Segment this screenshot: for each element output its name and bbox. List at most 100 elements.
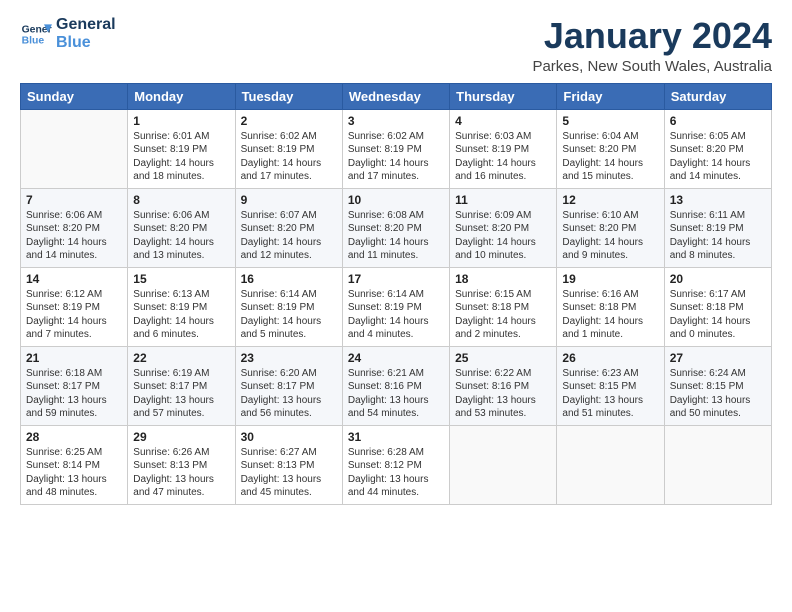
- calendar-cell: 25Sunrise: 6:22 AM Sunset: 8:16 PM Dayli…: [450, 346, 557, 425]
- day-info: Sunrise: 6:28 AM Sunset: 8:12 PM Dayligh…: [348, 446, 444, 500]
- calendar-cell: 23Sunrise: 6:20 AM Sunset: 8:17 PM Dayli…: [235, 346, 342, 425]
- day-info: Sunrise: 6:08 AM Sunset: 8:20 PM Dayligh…: [348, 209, 444, 263]
- day-info: Sunrise: 6:24 AM Sunset: 8:15 PM Dayligh…: [670, 367, 766, 421]
- logo-text-line2: Blue: [56, 34, 116, 52]
- day-info: Sunrise: 6:12 AM Sunset: 8:19 PM Dayligh…: [26, 288, 122, 342]
- day-number: 4: [455, 114, 551, 128]
- calendar-week-row: 1 Sunrise: 6:01 AM Sunset: 8:19 PM Daylig…: [21, 109, 772, 188]
- day-info: Sunrise: 6:16 AM Sunset: 8:18 PM Dayligh…: [562, 288, 658, 342]
- calendar-cell: 24 Sunrise: 6:21 AM Sunset: 8:16 PM Dayli…: [342, 346, 449, 425]
- day-number: 30: [241, 430, 337, 444]
- calendar-cell: 21Sunrise: 6:18 AM Sunset: 8:17 PM Dayli…: [21, 346, 128, 425]
- calendar-cell: 7 Sunrise: 6:06 AM Sunset: 8:20 PM Daylig…: [21, 188, 128, 267]
- weekday-header-monday: Monday: [128, 83, 235, 109]
- day-info: Sunrise: 6:19 AM Sunset: 8:17 PM Dayligh…: [133, 367, 229, 421]
- weekday-header-tuesday: Tuesday: [235, 83, 342, 109]
- calendar-table: SundayMondayTuesdayWednesdayThursdayFrid…: [20, 83, 772, 505]
- day-info: Sunrise: 6:05 AM Sunset: 8:20 PM Dayligh…: [670, 130, 766, 184]
- day-number: 2: [241, 114, 337, 128]
- weekday-header-sunday: Sunday: [21, 83, 128, 109]
- day-info: Sunrise: 6:13 AM Sunset: 8:19 PM Dayligh…: [133, 288, 229, 342]
- svg-text:Blue: Blue: [22, 35, 45, 46]
- day-number: 22: [133, 351, 229, 365]
- day-info: Sunrise: 6:14 AM Sunset: 8:19 PM Dayligh…: [241, 288, 337, 342]
- page-subtitle: Parkes, New South Wales, Australia: [532, 58, 772, 75]
- calendar-cell: 2 Sunrise: 6:02 AM Sunset: 8:19 PM Daylig…: [235, 109, 342, 188]
- day-info: Sunrise: 6:14 AM Sunset: 8:19 PM Dayligh…: [348, 288, 444, 342]
- calendar-cell: 17 Sunrise: 6:14 AM Sunset: 8:19 PM Dayli…: [342, 267, 449, 346]
- calendar-cell: [557, 425, 664, 504]
- day-info: Sunrise: 6:21 AM Sunset: 8:16 PM Dayligh…: [348, 367, 444, 421]
- day-number: 3: [348, 114, 444, 128]
- day-number: 7: [26, 193, 122, 207]
- day-number: 27: [670, 351, 766, 365]
- day-info: Sunrise: 6:26 AM Sunset: 8:13 PM Dayligh…: [133, 446, 229, 500]
- day-info: Sunrise: 6:25 AM Sunset: 8:14 PM Dayligh…: [26, 446, 122, 500]
- title-block: January 2024 Parkes, New South Wales, Au…: [532, 16, 772, 75]
- day-number: 10: [348, 193, 444, 207]
- day-info: Sunrise: 6:06 AM Sunset: 8:20 PM Dayligh…: [133, 209, 229, 263]
- calendar-cell: 29 Sunrise: 6:26 AM Sunset: 8:13 PM Dayli…: [128, 425, 235, 504]
- day-number: 29: [133, 430, 229, 444]
- day-number: 8: [133, 193, 229, 207]
- calendar-cell: 13 Sunrise: 6:11 AM Sunset: 8:19 PM Dayli…: [664, 188, 771, 267]
- day-info: Sunrise: 6:09 AM Sunset: 8:20 PM Dayligh…: [455, 209, 551, 263]
- calendar-week-row: 14 Sunrise: 6:12 AM Sunset: 8:19 PM Dayli…: [21, 267, 772, 346]
- day-info: Sunrise: 6:17 AM Sunset: 8:18 PM Dayligh…: [670, 288, 766, 342]
- calendar-cell: 6 Sunrise: 6:05 AM Sunset: 8:20 PM Daylig…: [664, 109, 771, 188]
- calendar-cell: 4 Sunrise: 6:03 AM Sunset: 8:19 PM Daylig…: [450, 109, 557, 188]
- logo-icon: General Blue: [20, 18, 52, 50]
- day-number: 31: [348, 430, 444, 444]
- day-number: 24: [348, 351, 444, 365]
- day-info: Sunrise: 6:02 AM Sunset: 8:19 PM Dayligh…: [348, 130, 444, 184]
- calendar-cell: 28Sunrise: 6:25 AM Sunset: 8:14 PM Dayli…: [21, 425, 128, 504]
- day-info: Sunrise: 6:04 AM Sunset: 8:20 PM Dayligh…: [562, 130, 658, 184]
- day-number: 26: [562, 351, 658, 365]
- calendar-cell: [664, 425, 771, 504]
- calendar-cell: 18Sunrise: 6:15 AM Sunset: 8:18 PM Dayli…: [450, 267, 557, 346]
- day-info: Sunrise: 6:02 AM Sunset: 8:19 PM Dayligh…: [241, 130, 337, 184]
- day-number: 23: [241, 351, 337, 365]
- calendar-week-row: 28Sunrise: 6:25 AM Sunset: 8:14 PM Dayli…: [21, 425, 772, 504]
- header: General Blue General Blue January 2024 P…: [20, 16, 772, 75]
- weekday-header-friday: Friday: [557, 83, 664, 109]
- calendar-cell: 10 Sunrise: 6:08 AM Sunset: 8:20 PM Dayli…: [342, 188, 449, 267]
- calendar-cell: 12 Sunrise: 6:10 AM Sunset: 8:20 PM Dayli…: [557, 188, 664, 267]
- day-info: Sunrise: 6:07 AM Sunset: 8:20 PM Dayligh…: [241, 209, 337, 263]
- day-number: 12: [562, 193, 658, 207]
- calendar-week-row: 21Sunrise: 6:18 AM Sunset: 8:17 PM Dayli…: [21, 346, 772, 425]
- day-info: Sunrise: 6:27 AM Sunset: 8:13 PM Dayligh…: [241, 446, 337, 500]
- day-info: Sunrise: 6:06 AM Sunset: 8:20 PM Dayligh…: [26, 209, 122, 263]
- calendar-cell: 9 Sunrise: 6:07 AM Sunset: 8:20 PM Daylig…: [235, 188, 342, 267]
- day-number: 1: [133, 114, 229, 128]
- day-number: 19: [562, 272, 658, 286]
- day-number: 6: [670, 114, 766, 128]
- day-info: Sunrise: 6:10 AM Sunset: 8:20 PM Dayligh…: [562, 209, 658, 263]
- day-number: 16: [241, 272, 337, 286]
- weekday-header-saturday: Saturday: [664, 83, 771, 109]
- day-info: Sunrise: 6:03 AM Sunset: 8:19 PM Dayligh…: [455, 130, 551, 184]
- day-number: 9: [241, 193, 337, 207]
- calendar-cell: 14 Sunrise: 6:12 AM Sunset: 8:19 PM Dayli…: [21, 267, 128, 346]
- calendar-cell: 26 Sunrise: 6:23 AM Sunset: 8:15 PM Dayli…: [557, 346, 664, 425]
- calendar-cell: 19 Sunrise: 6:16 AM Sunset: 8:18 PM Dayli…: [557, 267, 664, 346]
- day-number: 15: [133, 272, 229, 286]
- calendar-cell: 8 Sunrise: 6:06 AM Sunset: 8:20 PM Daylig…: [128, 188, 235, 267]
- day-info: Sunrise: 6:11 AM Sunset: 8:19 PM Dayligh…: [670, 209, 766, 263]
- calendar-cell: 27 Sunrise: 6:24 AM Sunset: 8:15 PM Dayli…: [664, 346, 771, 425]
- day-info: Sunrise: 6:23 AM Sunset: 8:15 PM Dayligh…: [562, 367, 658, 421]
- day-number: 17: [348, 272, 444, 286]
- day-info: Sunrise: 6:18 AM Sunset: 8:17 PM Dayligh…: [26, 367, 122, 421]
- calendar-cell: 31 Sunrise: 6:28 AM Sunset: 8:12 PM Dayli…: [342, 425, 449, 504]
- day-number: 13: [670, 193, 766, 207]
- calendar-cell: 3 Sunrise: 6:02 AM Sunset: 8:19 PM Daylig…: [342, 109, 449, 188]
- day-number: 20: [670, 272, 766, 286]
- calendar-cell: 1 Sunrise: 6:01 AM Sunset: 8:19 PM Daylig…: [128, 109, 235, 188]
- day-number: 18: [455, 272, 551, 286]
- day-info: Sunrise: 6:22 AM Sunset: 8:16 PM Dayligh…: [455, 367, 551, 421]
- calendar-cell: 11Sunrise: 6:09 AM Sunset: 8:20 PM Dayli…: [450, 188, 557, 267]
- logo-text-line1: General: [56, 16, 116, 34]
- calendar-cell: 16 Sunrise: 6:14 AM Sunset: 8:19 PM Dayli…: [235, 267, 342, 346]
- day-info: Sunrise: 6:01 AM Sunset: 8:19 PM Dayligh…: [133, 130, 229, 184]
- day-number: 14: [26, 272, 122, 286]
